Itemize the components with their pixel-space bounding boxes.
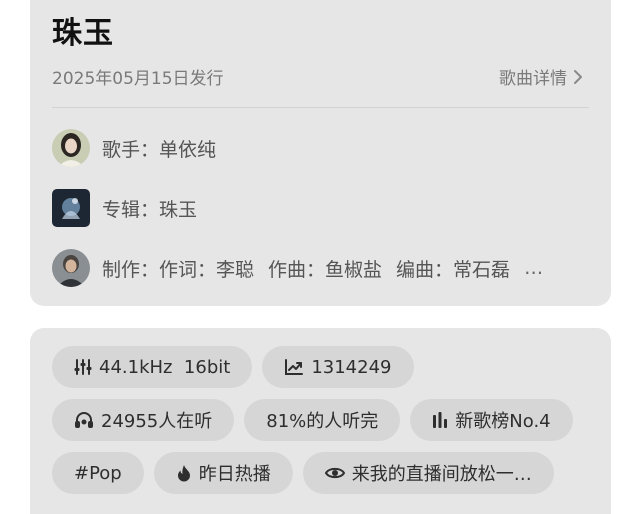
singer-row[interactable]: 歌手： 单依纯 [52,128,587,168]
tag-row: 24955人在听 81%的人听完 新歌榜No.4 [52,399,573,441]
play-count-text: 1314249 [311,356,392,378]
more-credits-ellipsis[interactable]: … [524,257,543,279]
singer-label: 歌手： [102,138,160,161]
genre-chip[interactable]: #Pop [52,452,144,494]
composer-credit[interactable]: 作曲：鱼椒盐 [268,255,382,282]
play-count-chip[interactable]: 1314249 [262,346,414,388]
listeners-text: 24955人在听 [101,411,213,432]
completion-rate-chip[interactable]: 81%的人听完 [244,399,401,441]
tag-row: 44.1kHz 16bit 1314249 [52,346,414,388]
arranger-credit[interactable]: 编曲：常石磊 [396,255,510,282]
trend-up-icon [285,359,304,375]
song-title: 珠玉 [52,16,114,51]
singer-name[interactable]: 单依纯 [159,135,216,162]
song-info-card: 珠玉 2025年05月15日发行 歌曲详情 歌手： 单依纯 专辑： 珠玉 制作：… [30,0,611,306]
divider [52,107,589,108]
producer-avatar [52,249,90,287]
audio-quality-chip[interactable]: 44.1kHz 16bit [52,346,253,388]
song-details-label: 歌曲详情 [499,69,567,89]
eye-icon [324,467,345,479]
bar-chart-icon [433,412,448,428]
album-row[interactable]: 专辑： 珠玉 [52,188,587,228]
headphones-icon [75,412,93,428]
flame-icon [177,465,190,482]
production-row[interactable]: 制作： 作词：李聪 作曲：鱼椒盐 编曲：常石磊 … [52,248,587,288]
chart-rank-chip[interactable]: 新歌榜No.4 [410,399,573,441]
live-room-chip[interactable]: 来我的直播间放松一… [302,452,554,494]
chevron-right-icon [574,69,582,84]
hot-text: 昨日热播 [198,464,271,485]
album-name[interactable]: 珠玉 [159,195,197,222]
genre-text: #Pop [74,462,122,484]
production-label: 制作： [102,258,160,281]
song-tags-card: 44.1kHz 16bit 1314249 24955人在听 81%的人听完 新… [30,328,611,514]
completion-rate-text: 81%的人听完 [266,411,379,432]
hot-chip[interactable]: 昨日热播 [153,452,293,494]
audio-quality-text: 44.1kHz 16bit [99,356,231,378]
album-cover [52,189,90,227]
tag-row: #Pop 昨日热播 来我的直播间放松一… [52,452,554,494]
equalizer-icon [74,359,92,375]
live-room-text: 来我的直播间放松一… [351,464,532,485]
singer-avatar [52,129,90,167]
song-details-link[interactable]: 歌曲详情 [499,64,583,89]
chart-rank-text: 新歌榜No.4 [455,411,551,432]
listeners-chip[interactable]: 24955人在听 [52,399,235,441]
album-label: 专辑： [102,198,160,221]
lyricist-credit[interactable]: 作词：李聪 [159,255,254,282]
release-date: 2025年05月15日发行 [52,69,224,89]
